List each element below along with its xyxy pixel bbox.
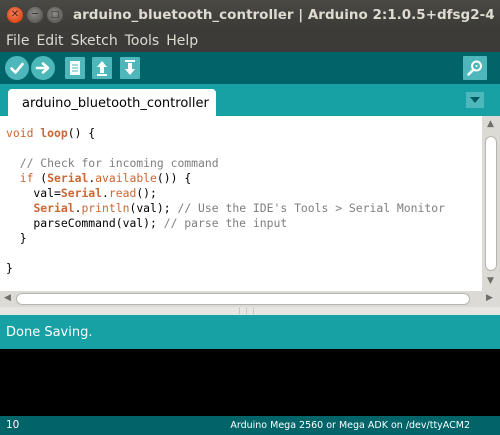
scroll-down-icon[interactable]: ▼: [487, 276, 494, 286]
title-bar: ✕ ─ □ arduino_bluetooth_controller | Ard…: [0, 0, 500, 30]
tab-strip: arduino_bluetooth_controller: [0, 84, 500, 116]
serial-monitor-icon[interactable]: [463, 56, 487, 80]
grip-icon: ⋮⋮⋮: [236, 307, 257, 315]
scroll-right-icon[interactable]: ▶: [486, 293, 493, 303]
scroll-left-icon[interactable]: ◀: [4, 293, 11, 303]
code-line: parseCommand(val); // parse the input: [6, 216, 288, 230]
minimize-icon[interactable]: ─: [27, 7, 43, 23]
board-info: Arduino Mega 2560 or Mega ADK on /dev/tt…: [230, 420, 470, 431]
menu-sketch[interactable]: Sketch: [71, 33, 118, 49]
status-bar: Done Saving.: [0, 315, 500, 349]
line-number: 10: [6, 419, 20, 431]
tab-menu-chevron-down-icon[interactable]: [466, 92, 484, 108]
code-line: void loop() {: [6, 126, 96, 140]
code-line: val=Serial.read();: [6, 186, 157, 200]
code-line: }: [6, 261, 13, 275]
new-icon[interactable]: [65, 57, 85, 79]
code-line: // Check for incoming command: [19, 156, 219, 170]
open-icon[interactable]: [92, 57, 112, 79]
code-text: void loop() { // Check for incoming comm…: [6, 126, 445, 276]
upload-icon[interactable]: [31, 56, 55, 80]
menu-file[interactable]: File: [6, 33, 29, 49]
verify-icon[interactable]: [5, 56, 29, 80]
vertical-scrollbar[interactable]: ▲ ▼: [482, 116, 500, 291]
save-icon[interactable]: [120, 57, 140, 79]
toolbar: [0, 52, 500, 84]
horizontal-scrollbar[interactable]: ◀ ▶: [0, 291, 500, 307]
menu-tools[interactable]: Tools: [125, 33, 160, 49]
menu-edit[interactable]: Edit: [36, 33, 63, 49]
code-line: }: [6, 231, 27, 245]
pane-divider[interactable]: ⋮⋮⋮: [0, 307, 500, 315]
tab-sketch[interactable]: arduino_bluetooth_controller: [8, 89, 216, 116]
close-icon[interactable]: ✕: [7, 7, 23, 23]
menu-bar: File Edit Sketch Tools Help: [0, 30, 500, 52]
code-line: Serial.println(val); // Use the IDE's To…: [33, 201, 445, 215]
maximize-icon[interactable]: □: [47, 7, 63, 23]
horizontal-scroll-thumb[interactable]: [16, 293, 470, 305]
console-output[interactable]: [0, 349, 500, 416]
code-editor[interactable]: void loop() { // Check for incoming comm…: [0, 116, 500, 292]
scroll-up-icon[interactable]: ▲: [487, 119, 494, 129]
menu-help[interactable]: Help: [166, 33, 198, 49]
status-message: Done Saving.: [6, 325, 93, 340]
vertical-scroll-thumb[interactable]: [485, 136, 497, 271]
code-line: if (Serial.available()) {: [19, 171, 192, 185]
footer-bar: 10 Arduino Mega 2560 or Mega ADK on /dev…: [0, 416, 500, 435]
window-title: arduino_bluetooth_controller | Arduino 2…: [73, 7, 495, 23]
